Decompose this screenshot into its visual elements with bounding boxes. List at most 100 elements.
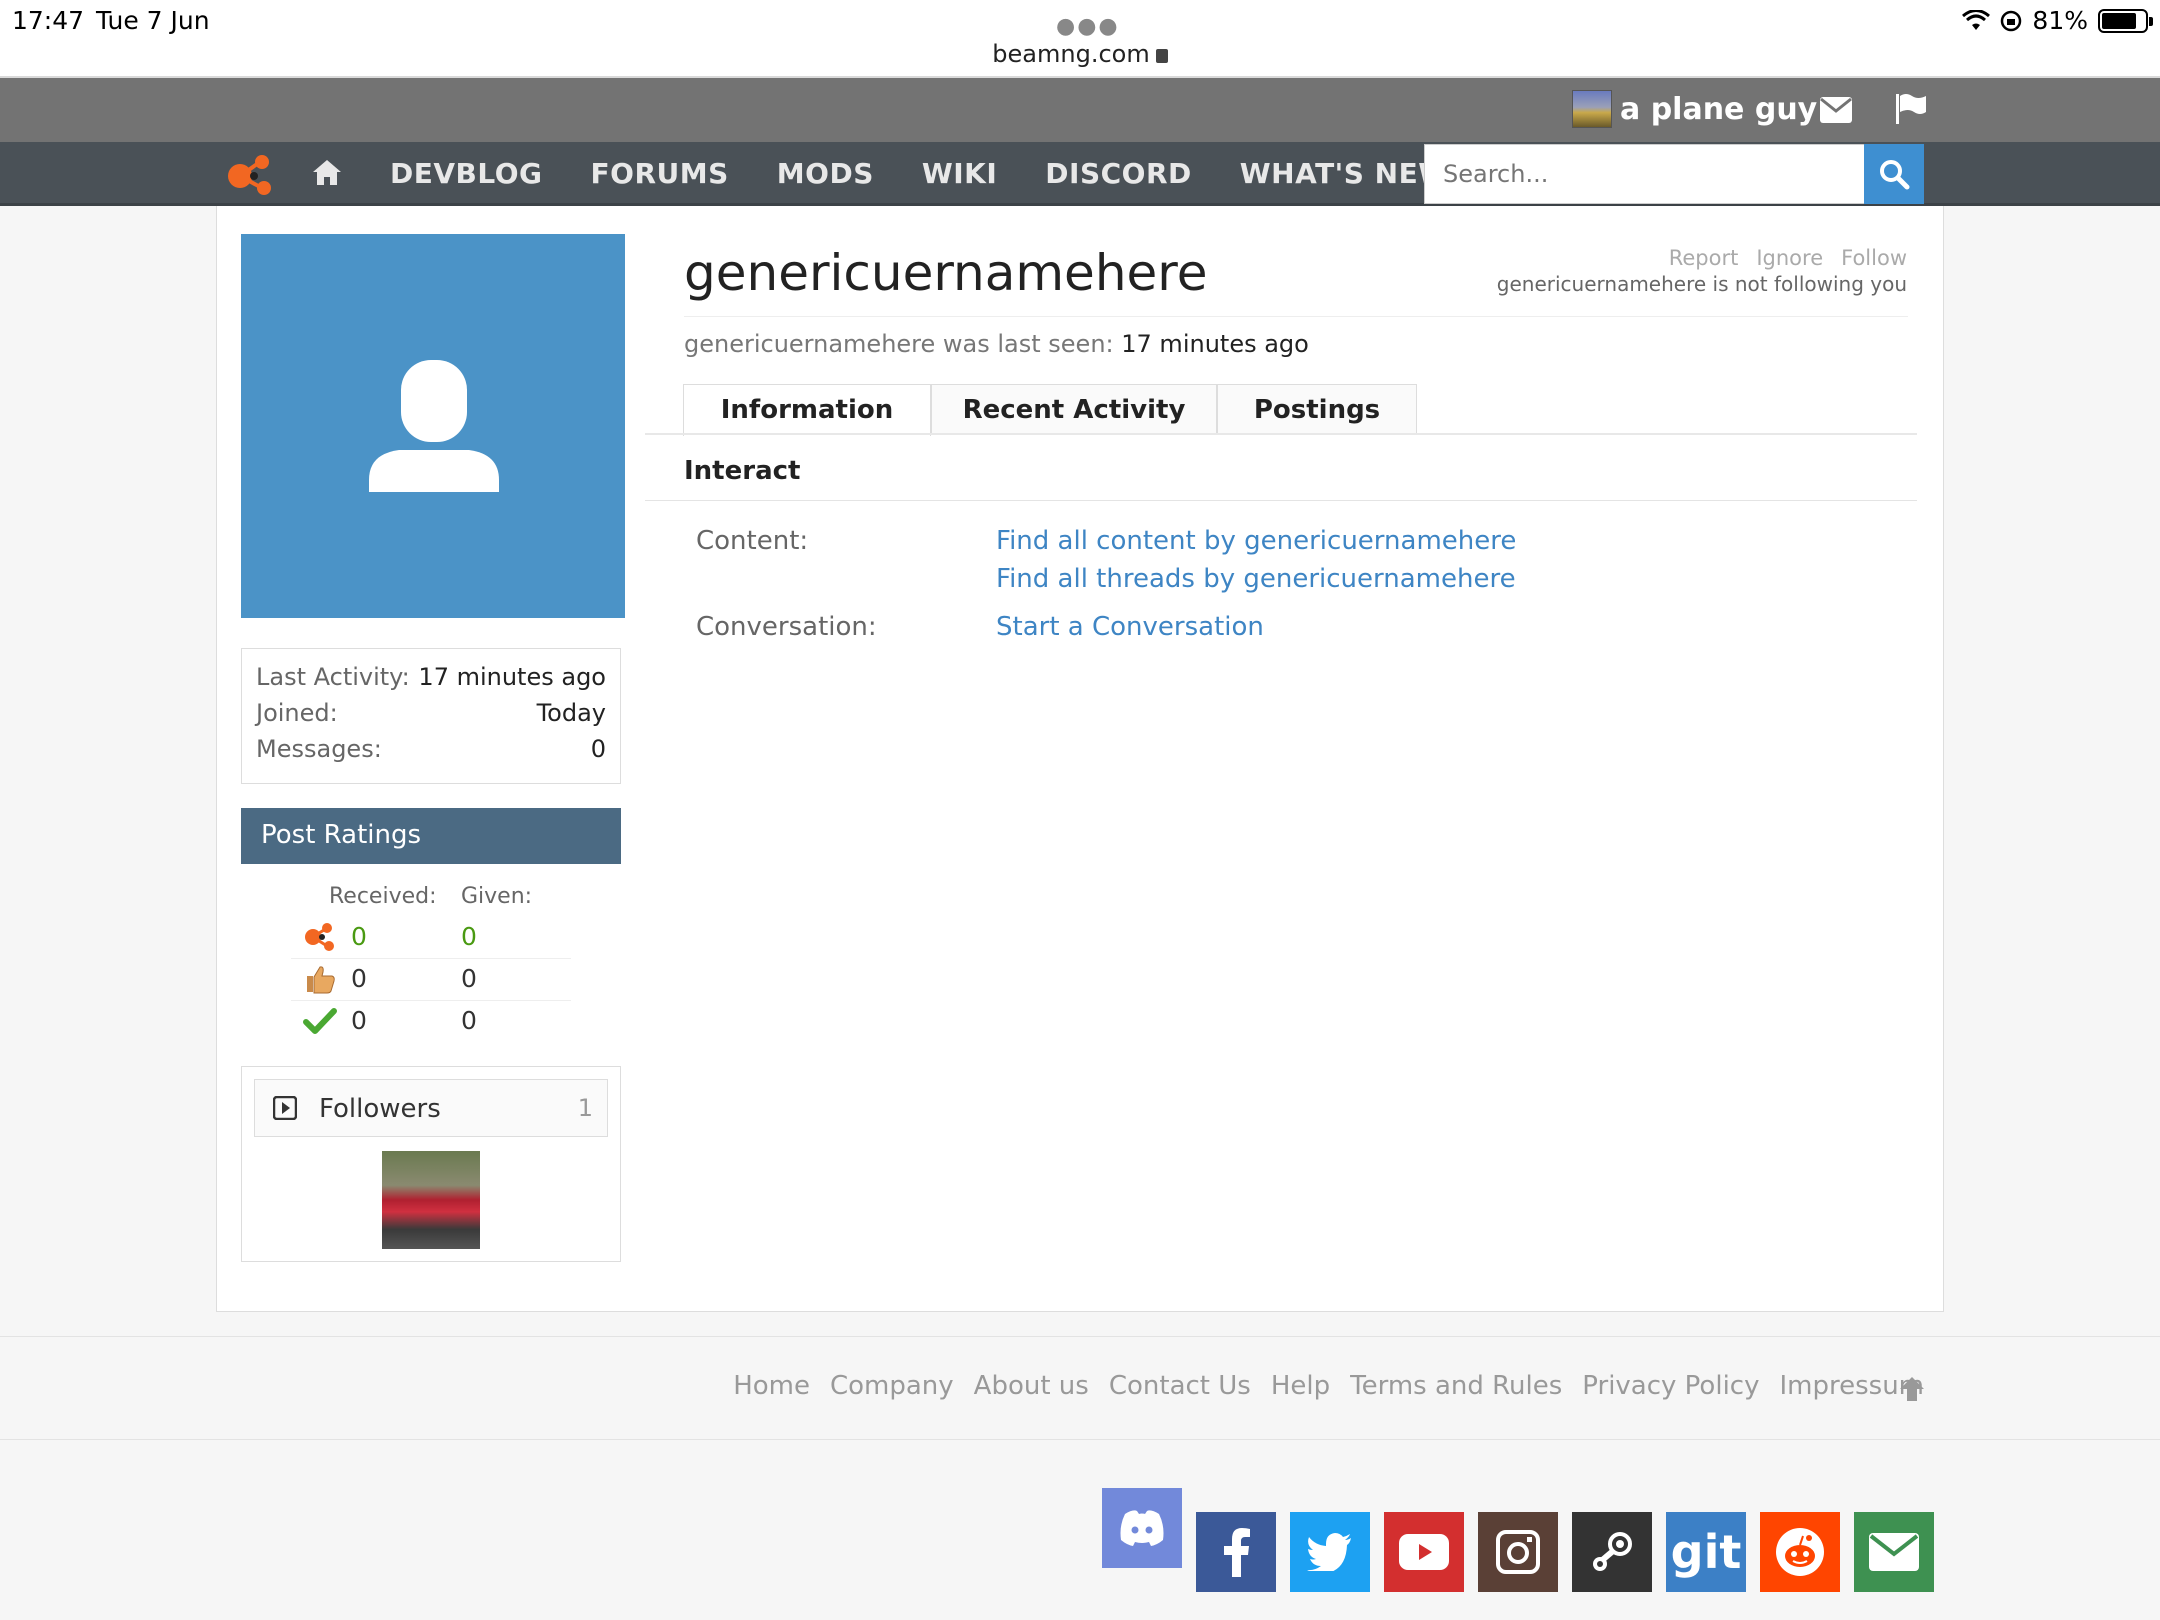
rating-row-agree: 0 0 (241, 1002, 621, 1044)
followers-count: 1 (577, 1094, 593, 1122)
battery-icon (2098, 8, 2153, 33)
rating-received[interactable]: 0 (339, 922, 379, 951)
ignore-link[interactable]: Ignore (1756, 246, 1823, 270)
search-input[interactable] (1424, 144, 1866, 204)
followers-panel: Followers 1 (241, 1066, 621, 1262)
nav-discord[interactable]: DISCORD (1045, 142, 1191, 206)
status-date: Tue 7 Jun (96, 6, 210, 35)
stat-label: Last Activity: (256, 663, 410, 691)
alerts-flag-icon[interactable] (1894, 92, 1928, 126)
stat-label: Messages: (256, 735, 382, 763)
tab-information[interactable]: Information (683, 384, 931, 436)
rating-given[interactable]: 0 (449, 964, 489, 993)
stat-value: 0 (590, 735, 606, 763)
footer-privacy[interactable]: Privacy Policy (1582, 1371, 1759, 1401)
discord-button[interactable] (1102, 1488, 1182, 1568)
ratings-given-header: Given: (461, 884, 533, 909)
profile-stats: Last Activity: 17 minutes ago Joined: To… (241, 648, 621, 784)
content-label: Content: (696, 526, 809, 556)
thumbs-up-icon (307, 966, 335, 994)
lock-icon (1155, 49, 1168, 63)
user-bar: a plane guy (0, 78, 2160, 142)
tab-postings[interactable]: Postings (1217, 384, 1417, 434)
beamng-logo-icon[interactable] (226, 152, 278, 198)
status-time: 17:47 (12, 6, 85, 35)
follower-avatar[interactable] (382, 1151, 480, 1249)
find-all-threads-link[interactable]: Find all threads by genericuernamehere (996, 564, 1516, 594)
interact-heading: Interact (684, 456, 801, 486)
instagram-button[interactable] (1478, 1512, 1558, 1592)
last-seen-label: genericuernamehere was last seen: (684, 330, 1114, 358)
rating-separator (291, 958, 571, 959)
email-button[interactable] (1854, 1512, 1934, 1592)
browser-menu-dots-icon[interactable]: ●●● (1056, 14, 1120, 39)
post-ratings: Received: Given: 0 0 0 0 0 0 (241, 864, 621, 1044)
expand-toggle-icon (273, 1096, 297, 1120)
rating-given[interactable]: 0 (449, 922, 489, 951)
profile-username: genericuernamehere (684, 244, 1208, 302)
footer-home[interactable]: Home (733, 1371, 810, 1401)
post-ratings-title: Post Ratings (241, 808, 621, 864)
search-button[interactable] (1864, 144, 1924, 204)
profile-page: Last Activity: 17 minutes ago Joined: To… (216, 206, 1944, 1312)
start-conversation-link[interactable]: Start a Conversation (996, 612, 1264, 642)
youtube-button[interactable] (1384, 1512, 1464, 1592)
beamng-logo-icon (305, 923, 334, 951)
rating-received[interactable]: 0 (339, 964, 379, 993)
footer-terms[interactable]: Terms and Rules (1350, 1371, 1562, 1401)
rating-row-like: 0 0 (241, 960, 621, 1002)
ios-status-bar: 17:47 Tue 7 Jun ●●● beamng.com 81% (0, 0, 2160, 78)
follow-link[interactable]: Follow (1841, 246, 1907, 270)
rating-row-beamng: 0 0 (241, 918, 621, 960)
find-all-content-link[interactable]: Find all content by genericuernamehere (996, 526, 1516, 556)
stat-value: Today (536, 699, 606, 727)
reddit-button[interactable] (1760, 1512, 1840, 1592)
rating-given[interactable]: 0 (449, 1006, 489, 1035)
footer-links: Home Company About us Contact Us Help Te… (733, 1371, 1924, 1401)
email-icon (1869, 1533, 1919, 1571)
rating-separator (291, 1000, 571, 1001)
stat-messages: Messages: 0 (256, 735, 606, 771)
instagram-icon (1496, 1530, 1540, 1574)
following-status: genericuernamehere is not following you (1496, 272, 1907, 296)
tabs-divider (645, 433, 1917, 435)
footer-contact-us[interactable]: Contact Us (1109, 1371, 1251, 1401)
footer-company[interactable]: Company (830, 1371, 954, 1401)
discord-icon (1120, 1510, 1164, 1546)
tab-recent-activity[interactable]: Recent Activity (931, 384, 1217, 434)
home-icon[interactable] (312, 158, 342, 186)
main-navigation: DEVBLOG FORUMS MODS WIKI DISCORD WHAT'S … (0, 142, 2160, 206)
last-seen: genericuernamehere was last seen: 17 min… (684, 330, 1309, 358)
inbox-envelope-icon[interactable] (1820, 97, 1852, 123)
facebook-button[interactable] (1196, 1512, 1276, 1592)
nav-items: DEVBLOG FORUMS MODS WIKI DISCORD WHAT'S … (390, 142, 1514, 206)
nav-devblog[interactable]: DEVBLOG (390, 142, 543, 206)
nav-mods[interactable]: MODS (777, 142, 874, 206)
git-button[interactable]: git (1666, 1512, 1746, 1592)
steam-icon (1593, 1532, 1632, 1571)
profile-avatar[interactable] (241, 234, 625, 618)
wifi-icon (1962, 9, 1991, 30)
stat-joined: Joined: Today (256, 699, 606, 735)
footer-help[interactable]: Help (1271, 1371, 1330, 1401)
rating-received[interactable]: 0 (339, 1006, 379, 1035)
account-menu[interactable]: a plane guy (1572, 90, 1817, 128)
url-text: beamng.com (992, 40, 1150, 68)
footer-links-bar: Home Company About us Contact Us Help Te… (0, 1336, 2160, 1440)
twitter-button[interactable] (1290, 1512, 1370, 1592)
youtube-icon (1399, 1534, 1449, 1570)
scroll-to-top-icon[interactable] (1898, 1375, 1926, 1403)
stat-label: Joined: (256, 699, 338, 727)
user-avatar (1572, 90, 1612, 128)
followers-title: Followers (319, 1094, 441, 1124)
address-bar[interactable]: beamng.com (0, 40, 2160, 68)
reddit-icon (1776, 1528, 1824, 1576)
ratings-received-header: Received: (329, 884, 437, 909)
nav-wiki[interactable]: WIKI (922, 142, 997, 206)
divider (684, 316, 1908, 317)
nav-forums[interactable]: FORUMS (591, 142, 729, 206)
followers-header[interactable]: Followers 1 (254, 1079, 608, 1137)
footer-about-us[interactable]: About us (974, 1371, 1089, 1401)
steam-button[interactable] (1572, 1512, 1652, 1592)
report-link[interactable]: Report (1669, 246, 1739, 270)
